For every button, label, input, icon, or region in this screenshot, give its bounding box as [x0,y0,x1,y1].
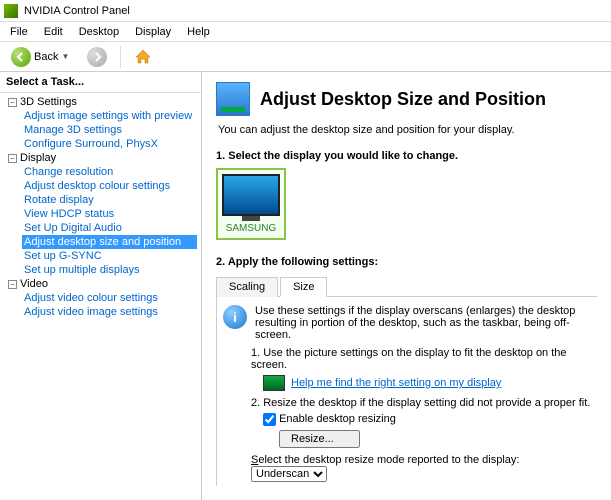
tree-group-toggle-3d[interactable]: − 3D Settings [8,95,197,109]
tree-item-manage-3d[interactable]: Manage 3D settings [22,123,197,137]
menu-display[interactable]: Display [127,24,179,40]
tree-item-adjust-size-position[interactable]: Adjust desktop size and position [22,235,197,249]
mini-monitor-icon [263,375,285,391]
tree-group-label: Video [20,278,48,290]
sidebar: Select a Task... − 3D Settings Adjust im… [0,72,202,500]
enable-resizing-label[interactable]: Enable desktop resizing [263,413,396,425]
info-icon: i [223,305,247,329]
window-title: NVIDIA Control Panel [24,5,130,17]
back-dropdown-icon[interactable]: ▼ [61,52,69,61]
monitor-stand-icon [242,216,260,221]
tab-scaling[interactable]: Scaling [216,277,278,297]
collapse-icon: − [8,154,17,163]
tree-group-toggle-display[interactable]: − Display [8,151,197,165]
forward-button[interactable] [80,44,114,70]
menu-edit[interactable]: Edit [36,24,71,40]
task-tree: − 3D Settings Adjust image settings with… [0,93,201,321]
info-text: Use these settings if the display oversc… [255,305,591,341]
section-apply-settings: 2. Apply the following settings: [216,256,597,268]
resize-button[interactable]: Resize... [279,430,360,448]
sidebar-header: Select a Task... [0,72,201,93]
collapse-icon: − [8,98,17,107]
titlebar: NVIDIA Control Panel [0,0,611,22]
step1-text: 1. Use the picture settings on the displ… [251,347,591,371]
back-button[interactable]: Back ▼ [4,44,76,70]
forward-arrow-icon [87,47,107,67]
tree-item-gsync[interactable]: Set up G-SYNC [22,249,197,263]
menu-help[interactable]: Help [179,24,218,40]
tree-item-configure-surround[interactable]: Configure Surround, PhysX [22,137,197,151]
tree-group-toggle-video[interactable]: − Video [8,277,197,291]
step2-text: 2. Resize the desktop if the display set… [251,397,591,409]
monitor-label: SAMSUNG [222,223,280,234]
enable-resizing-text: Enable desktop resizing [279,413,396,425]
content-pane: Adjust Desktop Size and Position You can… [202,72,611,500]
help-find-setting-link[interactable]: Help me find the right setting on my dis… [291,377,501,389]
section-select-display: 1. Select the display you would like to … [216,150,597,162]
toolbar-separator [120,46,121,68]
home-icon [134,48,152,66]
tree-item-adjust-colour[interactable]: Adjust desktop colour settings [22,179,197,193]
home-button[interactable] [127,45,159,69]
tree-item-multiple-displays[interactable]: Set up multiple displays [22,263,197,277]
tree-item-rotate-display[interactable]: Rotate display [22,193,197,207]
resize-mode-label: Select the desktop resize mode reported … [251,454,519,466]
tree-item-video-image[interactable]: Adjust video image settings [22,305,197,319]
tree-item-change-resolution[interactable]: Change resolution [22,165,197,179]
tab-size[interactable]: Size [280,277,327,297]
back-label: Back [34,51,58,63]
menubar: File Edit Desktop Display Help [0,22,611,42]
menu-desktop[interactable]: Desktop [71,24,127,40]
resize-mode-select[interactable]: Underscan [251,466,327,482]
tree-group-video: − Video Adjust video colour settings Adj… [8,277,197,319]
tree-item-digital-audio[interactable]: Set Up Digital Audio [22,221,197,235]
enable-resizing-checkbox[interactable] [263,413,276,426]
tree-group-3d-settings: − 3D Settings Adjust image settings with… [8,95,197,151]
tabs: Scaling Size [216,276,597,297]
menu-file[interactable]: File [2,24,36,40]
tab-panel-size: i Use these settings if the display over… [216,297,597,486]
tree-item-view-hdcp[interactable]: View HDCP status [22,207,197,221]
collapse-icon: − [8,280,17,289]
page-monitor-icon [216,82,250,116]
tree-item-video-colour[interactable]: Adjust video colour settings [22,291,197,305]
tree-group-display: − Display Change resolution Adjust deskt… [8,151,197,277]
tree-group-label: Display [20,152,56,164]
monitor-screen-icon [222,174,280,216]
tree-group-label: 3D Settings [20,96,77,108]
display-thumbnail[interactable]: SAMSUNG [216,168,286,240]
toolbar: Back ▼ [0,42,611,72]
nvidia-logo-icon [4,4,18,18]
page-description: You can adjust the desktop size and posi… [218,124,597,136]
back-arrow-icon [11,47,31,67]
page-title: Adjust Desktop Size and Position [260,89,546,110]
tree-item-adjust-image-preview[interactable]: Adjust image settings with preview [22,109,197,123]
